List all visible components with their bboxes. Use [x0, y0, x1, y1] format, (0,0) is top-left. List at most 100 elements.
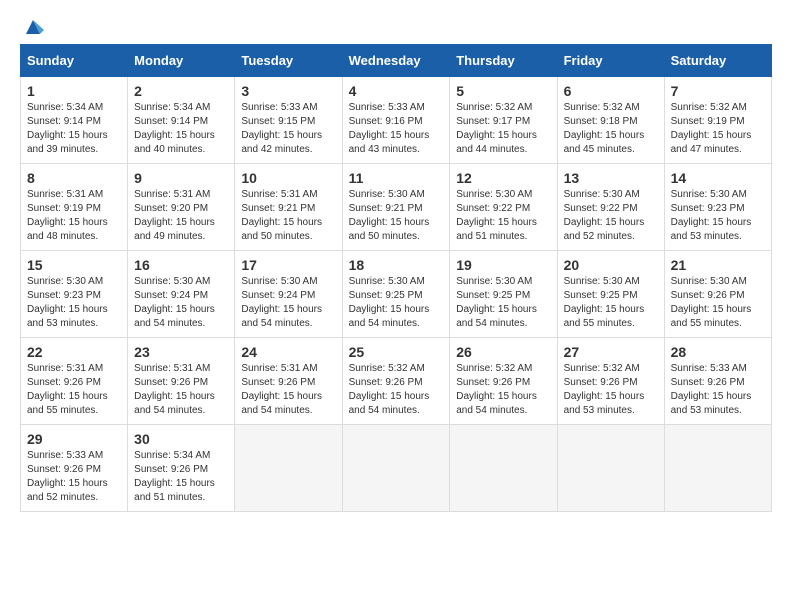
- day-detail: Sunrise: 5:34 AMSunset: 9:26 PMDaylight:…: [134, 449, 228, 505]
- calendar-week-3: 15 Sunrise: 5:30 AMSunset: 9:23 PMDayligh…: [21, 251, 772, 338]
- day-detail: Sunrise: 5:30 AMSunset: 9:23 PMDaylight:…: [27, 275, 121, 331]
- calendar-day: 28 Sunrise: 5:33 AMSunset: 9:26 PMDayligh…: [664, 338, 771, 425]
- day-number: 20: [564, 257, 658, 273]
- header: [20, 20, 772, 34]
- day-detail: Sunrise: 5:31 AMSunset: 9:20 PMDaylight:…: [134, 188, 228, 244]
- calendar-day: 5 Sunrise: 5:32 AMSunset: 9:17 PMDaylight…: [450, 77, 557, 164]
- calendar-day: 25 Sunrise: 5:32 AMSunset: 9:26 PMDayligh…: [342, 338, 450, 425]
- calendar-day: 9Sunrise: 5:31 AMSunset: 9:20 PMDaylight…: [128, 164, 235, 251]
- day-detail: Sunrise: 5:33 AMSunset: 9:15 PMDaylight:…: [241, 101, 335, 157]
- weekday-header-saturday: Saturday: [664, 45, 771, 77]
- day-number: 13: [564, 170, 658, 186]
- day-number: 28: [671, 344, 765, 360]
- day-detail: Sunrise: 5:32 AMSunset: 9:17 PMDaylight:…: [456, 101, 550, 157]
- calendar-day: 8 Sunrise: 5:31 AMSunset: 9:19 PMDaylight…: [21, 164, 128, 251]
- calendar-day: 10 Sunrise: 5:31 AMSunset: 9:21 PMDayligh…: [235, 164, 342, 251]
- calendar-day: 16 Sunrise: 5:30 AMSunset: 9:24 PMDayligh…: [128, 251, 235, 338]
- calendar-day: 23 Sunrise: 5:31 AMSunset: 9:26 PMDayligh…: [128, 338, 235, 425]
- calendar-day: 1Sunrise: 5:34 AMSunset: 9:14 PMDaylight…: [21, 77, 128, 164]
- calendar-day: 20 Sunrise: 5:30 AMSunset: 9:25 PMDayligh…: [557, 251, 664, 338]
- calendar-day: 2 Sunrise: 5:34 AMSunset: 9:14 PMDaylight…: [128, 77, 235, 164]
- day-number: 15: [27, 257, 121, 273]
- day-detail: Sunrise: 5:30 AMSunset: 9:24 PMDaylight:…: [134, 275, 228, 331]
- calendar-day: 21 Sunrise: 5:30 AMSunset: 9:26 PMDayligh…: [664, 251, 771, 338]
- day-detail: Sunrise: 5:30 AMSunset: 9:21 PMDaylight:…: [349, 188, 444, 244]
- calendar-table: SundayMondayTuesdayWednesdayThursdayFrid…: [20, 44, 772, 512]
- calendar-day: 17 Sunrise: 5:30 AMSunset: 9:24 PMDayligh…: [235, 251, 342, 338]
- day-detail: Sunrise: 5:33 AMSunset: 9:26 PMDaylight:…: [27, 449, 121, 505]
- calendar-day: 3 Sunrise: 5:33 AMSunset: 9:15 PMDaylight…: [235, 77, 342, 164]
- day-number: 25: [349, 344, 444, 360]
- day-detail: Sunrise: 5:30 AMSunset: 9:23 PMDaylight:…: [671, 188, 765, 244]
- day-number: 14: [671, 170, 765, 186]
- day-detail: Sunrise: 5:31 AMSunset: 9:26 PMDaylight:…: [241, 362, 335, 418]
- calendar-day: 27Sunrise: 5:32 AMSunset: 9:26 PMDayligh…: [557, 338, 664, 425]
- calendar-day: [450, 425, 557, 512]
- day-detail: Sunrise: 5:30 AMSunset: 9:22 PMDaylight:…: [456, 188, 550, 244]
- calendar-day: 29 Sunrise: 5:33 AMSunset: 9:26 PMDayligh…: [21, 425, 128, 512]
- day-number: 23: [134, 344, 228, 360]
- day-detail: Sunrise: 5:30 AMSunset: 9:22 PMDaylight:…: [564, 188, 658, 244]
- day-number: 19: [456, 257, 550, 273]
- calendar-day: 12 Sunrise: 5:30 AMSunset: 9:22 PMDayligh…: [450, 164, 557, 251]
- day-detail: Sunrise: 5:30 AMSunset: 9:25 PMDaylight:…: [349, 275, 444, 331]
- logo: [20, 20, 44, 34]
- day-number: 27: [564, 344, 658, 360]
- calendar-day: 14 Sunrise: 5:30 AMSunset: 9:23 PMDayligh…: [664, 164, 771, 251]
- day-number: 10: [241, 170, 335, 186]
- calendar-day: 24 Sunrise: 5:31 AMSunset: 9:26 PMDayligh…: [235, 338, 342, 425]
- day-number: 8: [27, 170, 121, 186]
- day-number: 5: [456, 83, 550, 99]
- day-detail: Sunrise: 5:32 AMSunset: 9:18 PMDaylight:…: [564, 101, 658, 157]
- calendar-day: [235, 425, 342, 512]
- day-detail: Sunrise: 5:31 AMSunset: 9:19 PMDaylight:…: [27, 188, 121, 244]
- day-detail: Sunrise: 5:30 AMSunset: 9:24 PMDaylight:…: [241, 275, 335, 331]
- day-number: 12: [456, 170, 550, 186]
- day-number: 16: [134, 257, 228, 273]
- weekday-header-sunday: Sunday: [21, 45, 128, 77]
- day-number: 30: [134, 431, 228, 447]
- weekday-header-wednesday: Wednesday: [342, 45, 450, 77]
- calendar-day: 19 Sunrise: 5:30 AMSunset: 9:25 PMDayligh…: [450, 251, 557, 338]
- calendar-day: 30 Sunrise: 5:34 AMSunset: 9:26 PMDayligh…: [128, 425, 235, 512]
- day-detail: Sunrise: 5:32 AMSunset: 9:26 PMDaylight:…: [349, 362, 444, 418]
- calendar-day: 7Sunrise: 5:32 AMSunset: 9:19 PMDaylight…: [664, 77, 771, 164]
- day-number: 2: [134, 83, 228, 99]
- logo-icon: [22, 16, 44, 38]
- calendar-day: 13 Sunrise: 5:30 AMSunset: 9:22 PMDayligh…: [557, 164, 664, 251]
- day-number: 29: [27, 431, 121, 447]
- day-number: 21: [671, 257, 765, 273]
- day-detail: Sunrise: 5:33 AMSunset: 9:16 PMDaylight:…: [349, 101, 444, 157]
- day-detail: Sunrise: 5:32 AMSunset: 9:26 PMDaylight:…: [456, 362, 550, 418]
- calendar-day: [342, 425, 450, 512]
- day-number: 3: [241, 83, 335, 99]
- day-number: 17: [241, 257, 335, 273]
- day-detail: Sunrise: 5:32 AMSunset: 9:19 PMDaylight:…: [671, 101, 765, 157]
- day-number: 24: [241, 344, 335, 360]
- day-detail: Sunrise: 5:30 AMSunset: 9:26 PMDaylight:…: [671, 275, 765, 331]
- day-detail: Sunrise: 5:33 AMSunset: 9:26 PMDaylight:…: [671, 362, 765, 418]
- calendar-day: 22 Sunrise: 5:31 AMSunset: 9:26 PMDayligh…: [21, 338, 128, 425]
- day-number: 26: [456, 344, 550, 360]
- day-detail: Sunrise: 5:31 AMSunset: 9:26 PMDaylight:…: [27, 362, 121, 418]
- day-detail: Sunrise: 5:34 AMSunset: 9:14 PMDaylight:…: [27, 101, 121, 157]
- day-detail: Sunrise: 5:31 AMSunset: 9:21 PMDaylight:…: [241, 188, 335, 244]
- calendar-day: 26 Sunrise: 5:32 AMSunset: 9:26 PMDayligh…: [450, 338, 557, 425]
- day-detail: Sunrise: 5:31 AMSunset: 9:26 PMDaylight:…: [134, 362, 228, 418]
- day-detail: Sunrise: 5:30 AMSunset: 9:25 PMDaylight:…: [564, 275, 658, 331]
- calendar-week-4: 22 Sunrise: 5:31 AMSunset: 9:26 PMDayligh…: [21, 338, 772, 425]
- weekday-header-tuesday: Tuesday: [235, 45, 342, 77]
- day-detail: Sunrise: 5:30 AMSunset: 9:25 PMDaylight:…: [456, 275, 550, 331]
- day-number: 18: [349, 257, 444, 273]
- calendar-week-1: 1Sunrise: 5:34 AMSunset: 9:14 PMDaylight…: [21, 77, 772, 164]
- weekday-header-thursday: Thursday: [450, 45, 557, 77]
- day-number: 22: [27, 344, 121, 360]
- calendar-day: 11 Sunrise: 5:30 AMSunset: 9:21 PMDayligh…: [342, 164, 450, 251]
- weekday-header-friday: Friday: [557, 45, 664, 77]
- calendar-day: [557, 425, 664, 512]
- day-number: 11: [349, 170, 444, 186]
- day-number: 6: [564, 83, 658, 99]
- day-detail: Sunrise: 5:34 AMSunset: 9:14 PMDaylight:…: [134, 101, 228, 157]
- weekday-header-row: SundayMondayTuesdayWednesdayThursdayFrid…: [21, 45, 772, 77]
- day-number: 4: [349, 83, 444, 99]
